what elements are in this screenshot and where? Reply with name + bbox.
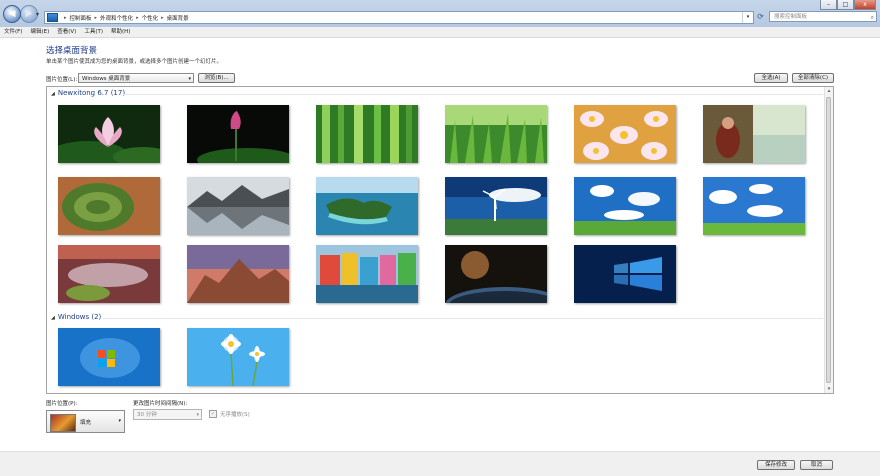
interval-select[interactable]: 30 分钟 ▾ xyxy=(133,409,202,420)
wallpaper-thumbnail[interactable] xyxy=(574,177,676,235)
group-title: Windows (2) xyxy=(57,313,102,321)
page-title: 选择桌面背景 xyxy=(46,46,98,56)
chevron-down-icon: ▾ xyxy=(196,412,199,418)
refresh-icon[interactable]: ⟳ xyxy=(755,11,766,22)
wallpaper-thumbnail[interactable] xyxy=(58,105,160,163)
picture-position-label: 图片位置(P): xyxy=(46,401,78,407)
search-input[interactable]: 搜索控制面板 ⌕ xyxy=(769,11,877,22)
wallpaper-thumbnail[interactable] xyxy=(187,105,289,163)
wallpaper-gallery: ◢ Newxitong 6.7 (17) ◢ Windows (2) ▴ ▾ xyxy=(46,86,834,394)
wallpaper-thumbnail[interactable] xyxy=(316,245,418,303)
wallpaper-thumbnail[interactable] xyxy=(58,328,160,386)
breadcrumb-item[interactable]: 外观和个性化 xyxy=(100,14,133,22)
menu-file[interactable]: 文件(F) xyxy=(0,27,26,37)
wallpaper-thumbnail[interactable] xyxy=(574,245,676,303)
group-header-newxitong[interactable]: ◢ Newxitong 6.7 (17) xyxy=(51,89,125,97)
collapse-icon: ◢ xyxy=(51,315,55,321)
address-bar-area: ◀ ▶ ▾ ▸ 控制面板 ▸ 外观和个性化 ▸ 个性化 ▸ 桌面背景 ▾ ⟳ 搜… xyxy=(0,0,880,28)
wallpaper-thumbnail[interactable] xyxy=(187,177,289,235)
menu-edit[interactable]: 编辑(E) xyxy=(26,27,53,37)
wallpaper-thumbnail[interactable] xyxy=(58,177,160,235)
select-all-button[interactable]: 全选(A) xyxy=(754,73,788,83)
wallpaper-thumbnail[interactable] xyxy=(316,105,418,163)
wallpaper-thumbnail[interactable] xyxy=(187,245,289,303)
cancel-button[interactable]: 取消 xyxy=(800,460,833,470)
chevron-down-icon: ▾ xyxy=(188,76,191,82)
collapse-icon: ◢ xyxy=(51,91,55,97)
group-title: Newxitong 6.7 (17) xyxy=(57,89,126,97)
save-button[interactable]: 保存修改 xyxy=(757,460,795,470)
footer-bar: 保存修改 取消 xyxy=(0,451,880,476)
search-placeholder: 搜索控制面板 xyxy=(774,14,808,20)
history-dropdown-icon[interactable]: ▾ xyxy=(36,11,39,18)
interval-value: 30 分钟 xyxy=(137,412,157,418)
close-button[interactable]: x xyxy=(854,0,876,10)
group-divider xyxy=(103,318,823,319)
chevron-right-icon: ▸ xyxy=(136,14,139,21)
picture-location-select[interactable]: Windows 桌面背景 ▾ xyxy=(78,73,194,83)
wallpaper-thumbnail[interactable] xyxy=(316,177,418,235)
forward-arrow-icon: ▶ xyxy=(25,9,33,19)
control-panel-icon xyxy=(47,13,58,22)
shuffle-label: 无序播放(S) xyxy=(220,412,250,418)
shuffle-checkbox[interactable]: ✓ 无序播放(S) xyxy=(209,410,250,418)
menu-view[interactable]: 查看(V) xyxy=(53,27,80,37)
breadcrumb-item[interactable]: 个性化 xyxy=(142,14,159,22)
wallpaper-thumbnail[interactable] xyxy=(187,328,289,386)
scroll-up-icon[interactable]: ▴ xyxy=(825,87,833,95)
window-controls: – □ x xyxy=(820,0,876,10)
breadcrumb-item[interactable]: 桌面背景 xyxy=(167,14,189,22)
browse-button[interactable]: 浏览(B)... xyxy=(198,73,235,83)
vertical-scrollbar[interactable]: ▴ ▾ xyxy=(824,87,833,393)
wallpaper-thumbnail[interactable] xyxy=(445,105,547,163)
wallpaper-thumbnail[interactable] xyxy=(445,245,547,303)
chevron-right-icon: ▸ xyxy=(64,14,67,21)
picture-location-label: 图片位置(L): xyxy=(46,77,78,83)
breadcrumb-item[interactable]: 控制面板 xyxy=(70,14,92,22)
group-header-windows[interactable]: ◢ Windows (2) xyxy=(51,313,101,321)
group-divider xyxy=(123,94,823,95)
back-arrow-icon: ◀ xyxy=(8,9,16,19)
back-button[interactable]: ◀ xyxy=(3,5,21,23)
menu-help[interactable]: 帮助(H) xyxy=(107,27,134,37)
wallpaper-thumbnail[interactable] xyxy=(574,105,676,163)
scroll-down-icon[interactable]: ▾ xyxy=(825,385,833,393)
minimize-button[interactable]: – xyxy=(820,0,837,10)
menu-tools[interactable]: 工具(T) xyxy=(80,27,107,37)
wallpaper-thumbnail[interactable] xyxy=(703,177,805,235)
chevron-down-icon: ▾ xyxy=(118,418,121,424)
interval-label: 更改图片时间间隔(N): xyxy=(133,401,188,407)
position-preview-image xyxy=(50,414,76,432)
picture-location-value: Windows 桌面背景 xyxy=(82,76,131,82)
page-subtitle: 单击某个图片使其成为您的桌面背景，或选择多个图片创建一个幻灯片。 xyxy=(46,59,223,65)
menu-bar: 文件(F) 编辑(E) 查看(V) 工具(T) 帮助(H) xyxy=(0,27,880,38)
maximize-button[interactable]: □ xyxy=(837,0,854,10)
search-icon: ⌕ xyxy=(870,14,874,21)
picture-position-value: 填充 xyxy=(80,420,92,426)
address-dropdown-icon[interactable]: ▾ xyxy=(742,12,753,23)
checkmark-icon: ✓ xyxy=(209,410,217,418)
chevron-right-icon: ▸ xyxy=(94,14,98,21)
scrollbar-thumb[interactable] xyxy=(826,97,831,383)
wallpaper-thumbnail[interactable] xyxy=(445,177,547,235)
breadcrumb[interactable]: ▸ 控制面板 ▸ 外观和个性化 ▸ 个性化 ▸ 桌面背景 ▾ xyxy=(44,11,754,24)
wallpaper-thumbnail[interactable] xyxy=(703,105,805,163)
chevron-right-icon: ▸ xyxy=(161,14,164,21)
clear-all-button[interactable]: 全部清除(C) xyxy=(792,73,834,83)
wallpaper-thumbnail[interactable] xyxy=(58,245,160,303)
picture-position-select[interactable]: 填充 ▾ xyxy=(46,410,125,433)
